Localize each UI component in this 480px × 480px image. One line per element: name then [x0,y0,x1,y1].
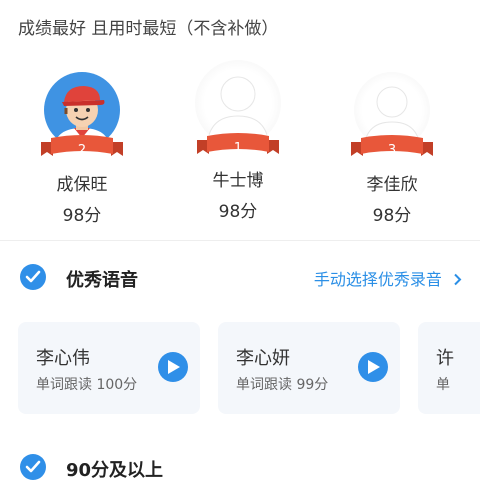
voice-card-detail: 单 [436,377,450,393]
rank-number: 2 [77,143,87,158]
section-title-excellent-voice: 优秀语音 [66,270,138,291]
check-circle-icon[interactable] [20,264,46,290]
podium-rank-3[interactable]: 3 李佳欣 98分 [332,72,452,226]
student-score: 98分 [62,206,102,226]
voice-card[interactable]: 许 单 [418,322,480,414]
student-score: 98分 [372,206,412,226]
student-name: 牛士博 [212,171,264,191]
chevron-right-icon [453,270,462,289]
voice-card-name: 李心伟 [36,348,90,369]
voice-card[interactable]: 李心妍 单词跟读 99分 [218,322,400,414]
student-name: 成保旺 [56,175,108,195]
manual-select-label: 手动选择优秀录音 [313,270,442,289]
rank-number: 1 [233,141,243,156]
podium-rank-2[interactable]: 2 成保旺 98分 [22,72,142,226]
voice-card-name: 许 [436,348,454,369]
voice-card[interactable]: 李心伟 单词跟读 100分 [18,322,200,414]
play-icon [168,360,180,374]
play-icon [368,360,380,374]
ranking-criteria: 成绩最好 且用时最短（不含补做） [18,19,279,39]
rank-number: 3 [387,143,397,158]
student-score: 98分 [218,202,258,222]
section-title-90-and-above: 90分及以上 [66,460,164,480]
podium-rank-1[interactable]: 1 牛士博 98分 [178,60,298,222]
play-button[interactable] [158,352,188,382]
voice-card-name: 李心妍 [236,348,290,369]
section-divider [0,240,480,241]
student-name: 李佳欣 [366,175,418,195]
check-circle-icon[interactable] [20,454,46,480]
manual-select-link[interactable]: 手动选择优秀录音 [314,266,462,290]
play-button[interactable] [358,352,388,382]
voice-card-detail: 单词跟读 100分 [36,377,138,393]
voice-card-detail: 单词跟读 99分 [236,377,329,393]
